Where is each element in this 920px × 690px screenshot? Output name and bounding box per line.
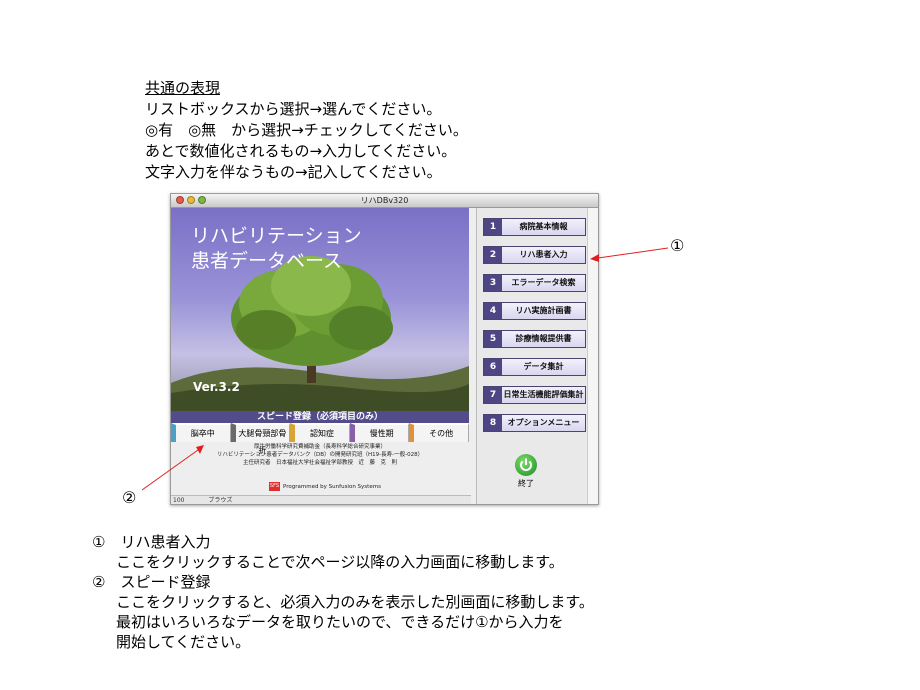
note-description: 最初はいろいろなデータを取りたいので、できるだけ①から入力を [116, 613, 564, 631]
arrow-to-patient-input [597, 247, 669, 259]
arrowhead-icon [196, 445, 204, 454]
note-description: ここをクリックすることで次ページ以降の入力画面に移動します。 [116, 553, 564, 571]
notes: ① リハ患者入力 ここをクリックすることで次ページ以降の入力画面に移動します。 … [92, 532, 594, 652]
marker-one: ① [670, 236, 685, 255]
marker-two: ② [122, 488, 137, 507]
note-description: ここをクリックすると、必須入力のみを表示した別画面に移動します。 [116, 593, 594, 611]
arrowhead-icon [590, 254, 599, 262]
note-description: 開始してください。 [116, 633, 251, 651]
arrow-to-speed-registration [141, 449, 199, 491]
note-title: ① リハ患者入力 [92, 533, 211, 551]
note-title: ② スピード登録 [92, 573, 211, 591]
